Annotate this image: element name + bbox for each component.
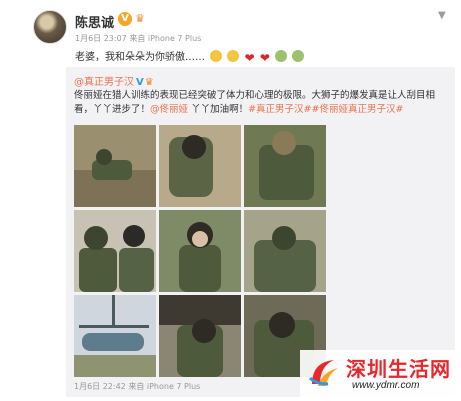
post-text: 老婆，我和朵朵为你骄傲…… ❤ ❤ bbox=[75, 48, 305, 65]
post-text-body: 老婆，我和朵朵为你骄傲…… bbox=[75, 52, 205, 63]
repost-box[interactable]: @真正男子汉 V♛ 佟丽娅在猎人训练的表现已经突破了体力和心理的极限。大狮子的爆发… bbox=[66, 67, 455, 397]
photo-thumbnail[interactable] bbox=[244, 125, 326, 207]
crown-icon: ♛ bbox=[135, 12, 145, 25]
photo-thumbnail[interactable] bbox=[244, 210, 326, 292]
weibo-post: 陈思诚 V ♛ ▼ 1月6日 23:07 来自 iPhone 7 Plus 老婆… bbox=[0, 0, 461, 401]
repost-text: 佟丽娅在猎人训练的表现已经突破了体力和心理的极限。大狮子的爆发真是让人刮目相看，… bbox=[74, 89, 449, 117]
repost-author[interactable]: @真正男子汉 V♛ bbox=[74, 73, 154, 88]
hashtag-link[interactable]: #真正男子汉##佟丽娅真正男子汉# bbox=[248, 104, 403, 115]
repost-author-name[interactable]: @真正男子汉 bbox=[74, 77, 134, 88]
repost-meta: 1月6日 22:42 来自 iPhone 7 Plus bbox=[74, 382, 201, 391]
watermark-title: 深圳生活网 bbox=[346, 357, 451, 381]
watermark: 深圳生活网 www.ydmr.com bbox=[300, 350, 460, 400]
post-meta: 1月6日 23:07 来自 iPhone 7 Plus bbox=[75, 34, 202, 43]
author-avatar[interactable] bbox=[33, 10, 67, 44]
photo-thumbnail[interactable] bbox=[159, 295, 241, 377]
photo-thumbnail[interactable] bbox=[74, 295, 156, 377]
chevron-down-icon[interactable]: ▼ bbox=[438, 10, 446, 21]
photo-grid bbox=[74, 125, 374, 377]
verified-badge-icon: V bbox=[136, 77, 144, 88]
photo-thumbnail[interactable] bbox=[74, 125, 156, 207]
ok-face-icon bbox=[227, 50, 240, 62]
author-name[interactable]: 陈思诚 bbox=[75, 12, 114, 31]
crown-icon: ♛ bbox=[144, 77, 154, 88]
watermark-logo-icon bbox=[308, 360, 338, 386]
photo-thumbnail[interactable] bbox=[159, 125, 241, 207]
repost-text-middle: 丫丫加油啊！ bbox=[191, 104, 249, 115]
verified-badge-icon: V bbox=[118, 12, 132, 26]
heart-icon: ❤ bbox=[244, 51, 255, 65]
watermark-url: www.ydmr.com bbox=[352, 380, 420, 391]
ok-face-icon bbox=[210, 50, 223, 62]
heart-icon: ❤ bbox=[259, 51, 270, 65]
sad-face-icon bbox=[292, 50, 305, 62]
sad-face-icon bbox=[275, 50, 288, 62]
photo-thumbnail[interactable] bbox=[74, 210, 156, 292]
mention-link[interactable]: @佟丽娅 bbox=[150, 104, 188, 115]
photo-thumbnail[interactable] bbox=[159, 210, 241, 292]
